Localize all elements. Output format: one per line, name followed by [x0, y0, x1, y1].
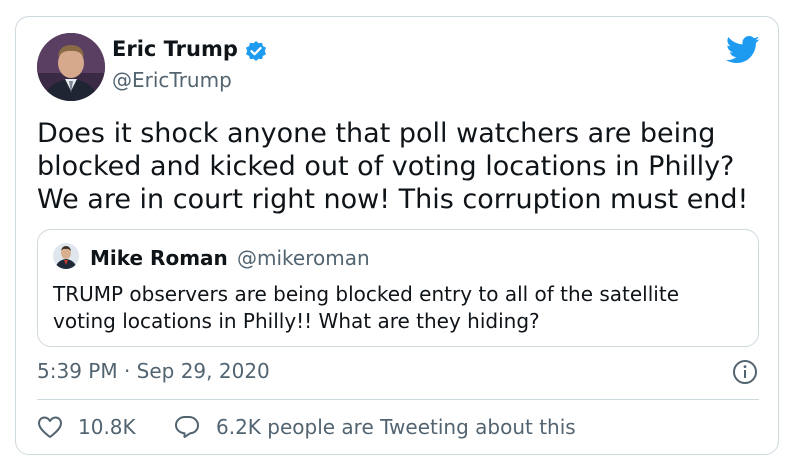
tweeting-about-count[interactable]: 6.2K people are Tweeting about this — [216, 415, 576, 439]
tweet-text: Does it shock anyone that poll watchers … — [37, 118, 749, 215]
twitter-bird-icon[interactable] — [726, 35, 760, 65]
tweet-timestamp[interactable]: 5:39 PM · Sep 29, 2020 — [37, 359, 270, 383]
quoted-author-name[interactable]: Mike Roman — [90, 246, 228, 270]
quoted-avatar[interactable] — [53, 243, 79, 269]
quoted-author-handle[interactable]: @mikeroman — [237, 246, 370, 270]
like-count[interactable]: 10.8K — [78, 415, 136, 439]
author-name[interactable]: Eric Trump — [112, 37, 238, 61]
quoted-tweet-text: TRUMP observers are being blocked entry … — [53, 282, 679, 333]
author-handle[interactable]: @EricTrump — [112, 68, 232, 92]
author-avatar[interactable] — [37, 33, 105, 101]
verified-badge-icon — [246, 41, 266, 61]
profile-photo-icon — [53, 243, 79, 269]
quoted-tweet[interactable]: Mike Roman @mikeroman TRUMP observers ar… — [37, 229, 759, 347]
speech-bubble-icon[interactable] — [174, 415, 200, 439]
divider — [37, 399, 759, 400]
info-icon[interactable] — [732, 359, 758, 385]
heart-icon[interactable] — [37, 415, 63, 439]
profile-photo-icon — [37, 33, 105, 101]
